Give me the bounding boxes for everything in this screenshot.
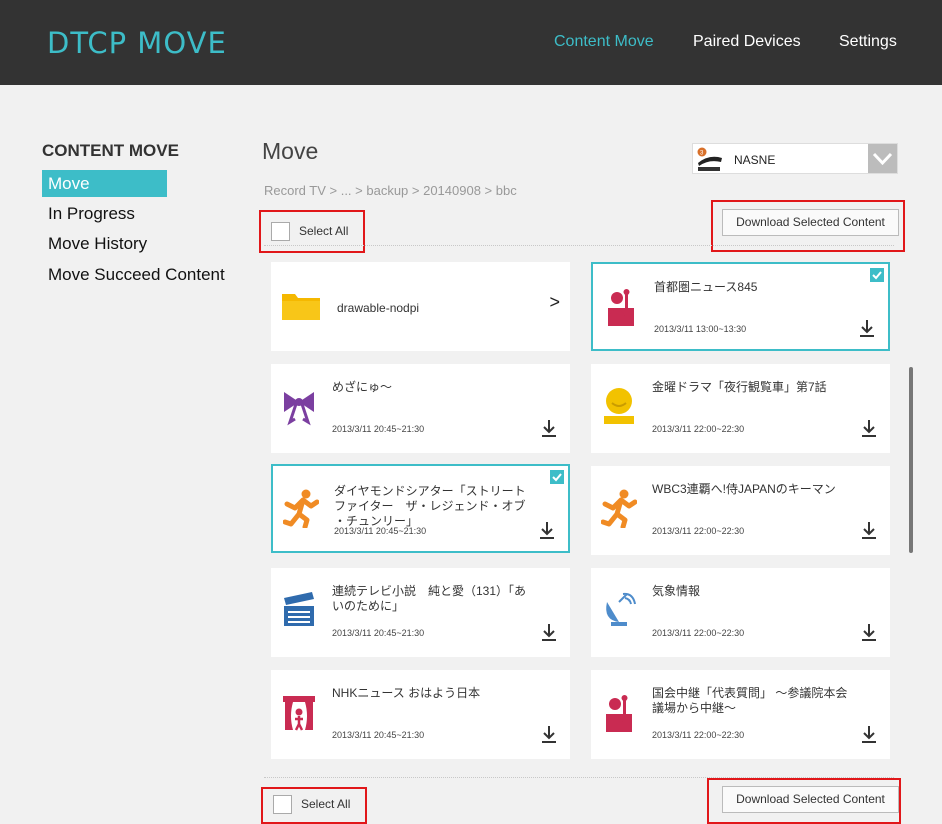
download-icon[interactable] [861,419,877,438]
chevron-down-icon [872,152,893,166]
content-title: 連続テレビ小説 純と愛（131）「あいのために」 [332,584,527,613]
top-bar: DTCP MOVE Content Move Paired Devices Se… [0,0,942,85]
download-icon[interactable] [861,725,877,744]
select-all-checkbox[interactable] [273,795,292,814]
content-card[interactable]: 首都圏ニュース845 2013/3/11 13:00~13:30 [591,262,890,351]
news-anchor-icon [601,692,637,732]
content-card[interactable]: 金曜ドラマ「夜行観覧車」第7話 2013/3/11 22:00~22:30 [591,364,890,453]
content-card[interactable]: 国会中継「代表質問」 〜参議院本会議場から中継〜 2013/3/11 22:00… [591,670,890,759]
divider-top [264,245,894,246]
nav-settings[interactable]: Settings [839,33,897,51]
content-title: めざにゅ〜 [332,380,393,394]
scrollbar[interactable] [909,367,913,553]
page-title: Move [262,138,319,164]
folder-icon [282,294,320,320]
content-time: 2013/3/11 22:00~22:30 [652,628,745,638]
smiley-icon [601,386,637,426]
runner-icon [283,488,319,528]
sidebar-item-move-history[interactable]: Move History [42,230,167,257]
download-icon[interactable] [861,623,877,642]
content-title: ダイヤモンドシアター「ストリート ファイター ザ・レジェンド・オブ ・チュンリー… [334,484,526,528]
download-icon[interactable] [859,319,875,338]
content-time: 2013/3/11 20:45~21:30 [332,730,425,740]
device-select[interactable]: 3 NASNE [692,143,898,174]
ribbon-icon [281,386,317,426]
content-title: NHKニュース おはよう日本 [332,686,481,700]
content-time: 2013/3/11 22:00~22:30 [652,424,745,434]
content-title: 気象情報 [652,584,701,598]
runner-icon [601,488,637,528]
select-all-top[interactable]: Select All [259,210,365,253]
sidebar-item-move-succeed-content[interactable]: Move Succeed Content [42,261,225,288]
nav-content-move[interactable]: Content Move [554,33,654,51]
content-card[interactable]: 連続テレビ小説 純と愛（131）「あいのために」 2013/3/11 20:45… [271,568,570,657]
nasne-logo-icon: 3 [697,147,722,171]
folder-name: drawable-nodpi [337,301,420,315]
app-logo: DTCP MOVE [47,26,227,60]
select-all-label: Select All [299,224,349,238]
content-time: 2013/3/11 20:45~21:30 [332,628,425,638]
folder-open-arrow[interactable]: > [549,292,560,313]
sidebar-item-move[interactable]: Move [42,170,167,197]
content-title: 首都圏ニュース845 [654,280,758,294]
device-name: NASNE [734,153,776,167]
selected-check-icon[interactable] [550,470,564,484]
select-all-checkbox[interactable] [271,222,290,241]
content-card[interactable]: WBC3連覇へ!侍JAPANのキーマン 2013/3/11 22:00~22:3… [591,466,890,555]
content-card[interactable]: めざにゅ〜 2013/3/11 20:45~21:30 [271,364,570,453]
select-all-label: Select All [301,797,351,811]
download-frame-bottom: Download Selected Content [707,778,901,824]
content-time: 2013/3/11 22:00~22:30 [652,730,745,740]
folder-card[interactable]: drawable-nodpi > [271,262,570,351]
content-card[interactable]: ダイヤモンドシアター「ストリート ファイター ザ・レジェンド・オブ ・チュンリー… [271,464,570,553]
download-icon[interactable] [541,725,557,744]
selected-check-icon[interactable] [870,268,884,282]
content-title: WBC3連覇へ!侍JAPANのキーマン [652,482,836,496]
clapperboard-icon [281,590,317,630]
download-icon[interactable] [541,419,557,438]
download-selected-button[interactable]: Download Selected Content [722,209,899,236]
content-time: 2013/3/11 20:45~21:30 [334,526,427,536]
theater-icon [281,692,317,732]
download-selected-button[interactable]: Download Selected Content [722,786,899,813]
content-card[interactable]: 気象情報 2013/3/11 22:00~22:30 [591,568,890,657]
download-icon[interactable] [861,521,877,540]
nav-paired-devices[interactable]: Paired Devices [693,33,801,51]
content-title: 国会中継「代表質問」 〜参議院本会議場から中継〜 [652,686,848,715]
download-icon[interactable] [539,521,555,540]
satellite-dish-icon [601,590,637,630]
sidebar-title: CONTENT MOVE [42,141,179,160]
content-time: 2013/3/11 20:45~21:30 [332,424,425,434]
breadcrumb: Record TV > ... > backup > 20140908 > bb… [264,183,517,198]
content-card[interactable]: NHKニュース おはよう日本 2013/3/11 20:45~21:30 [271,670,570,759]
download-icon[interactable] [541,623,557,642]
dropdown-arrow[interactable] [868,144,897,173]
select-all-bottom[interactable]: Select All [261,787,367,824]
news-anchor-icon [603,286,639,326]
content-time: 2013/3/11 22:00~22:30 [652,526,745,536]
sidebar-item-in-progress[interactable]: In Progress [42,200,167,227]
content-title: 金曜ドラマ「夜行観覧車」第7話 [652,380,827,394]
content-time: 2013/3/11 13:00~13:30 [654,324,747,334]
